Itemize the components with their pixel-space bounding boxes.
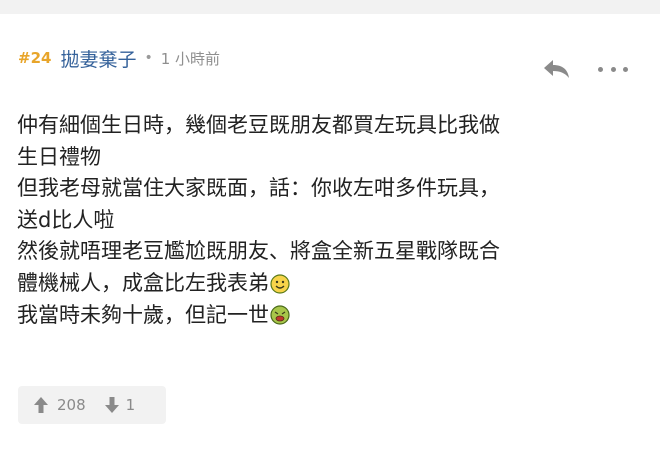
downvote-button[interactable]: 1 bbox=[104, 396, 136, 414]
upvote-count: 208 bbox=[57, 396, 86, 414]
content-text: 我當時未夠十歲，但記一世 bbox=[17, 302, 269, 327]
more-icon-dot bbox=[610, 66, 616, 72]
author-name[interactable]: 拋妻棄子 bbox=[60, 45, 136, 72]
downvote-count: 1 bbox=[125, 396, 136, 414]
vote-bar: 208 1 bbox=[18, 386, 166, 424]
content-line: 仲有細個生日時，幾個老豆既朋友都買左玩具比我做 bbox=[17, 110, 647, 142]
reply-button[interactable] bbox=[542, 58, 572, 80]
content-text: 仲有細個生日時，幾個老豆既朋友都買左玩具比我做 bbox=[17, 113, 500, 137]
content-line: 但我老母就當住大家既面，話：你收左咁多件玩具， bbox=[17, 173, 647, 205]
content-line: 生日禮物 bbox=[17, 142, 647, 174]
arrow-down-icon bbox=[104, 397, 119, 413]
reply-icon bbox=[544, 60, 569, 78]
arrow-up-icon bbox=[34, 397, 48, 413]
comment-header: #24 拋妻棄子 • 1 小時前 bbox=[18, 44, 220, 72]
content-line: 然後就唔理老豆尷尬既朋友、將盒全新五星戰隊既合 bbox=[17, 236, 647, 268]
content-text: 送d比人啦 bbox=[17, 207, 115, 232]
comment-card: #24 拋妻棄子 • 1 小時前 仲有細個生日時，幾個老豆既朋友都買左玩具比我做… bbox=[0, 14, 660, 462]
smile-emoji-icon bbox=[270, 274, 290, 294]
more-icon-dot bbox=[598, 66, 603, 72]
post-time: 1 小時前 bbox=[160, 49, 221, 68]
sick-emoji-icon bbox=[270, 305, 290, 325]
more-button[interactable] bbox=[598, 62, 628, 76]
content-text: 體機械人，成盒比左我表弟 bbox=[17, 270, 269, 295]
comment-body: 仲有細個生日時，幾個老豆既朋友都買左玩具比我做 生日禮物 但我老母就當住大家既面… bbox=[17, 110, 647, 331]
upvote-button[interactable]: 208 bbox=[33, 396, 86, 414]
content-text: 然後就唔理老豆尷尬既朋友、將盒全新五星戰隊既合 bbox=[17, 239, 500, 264]
content-line: 體機械人，成盒比左我表弟 bbox=[17, 268, 647, 300]
content-line: 送d比人啦 bbox=[17, 205, 647, 237]
content-text: 生日禮物 bbox=[17, 144, 101, 169]
content-line: 我當時未夠十歲，但記一世 bbox=[17, 300, 647, 332]
more-icon-dot bbox=[623, 66, 628, 72]
separator-dot: • bbox=[144, 50, 153, 66]
content-text: 但我老母就當住大家既面，話：你收左咁多件玩具， bbox=[17, 176, 500, 201]
floor-number: #24 bbox=[18, 49, 52, 67]
